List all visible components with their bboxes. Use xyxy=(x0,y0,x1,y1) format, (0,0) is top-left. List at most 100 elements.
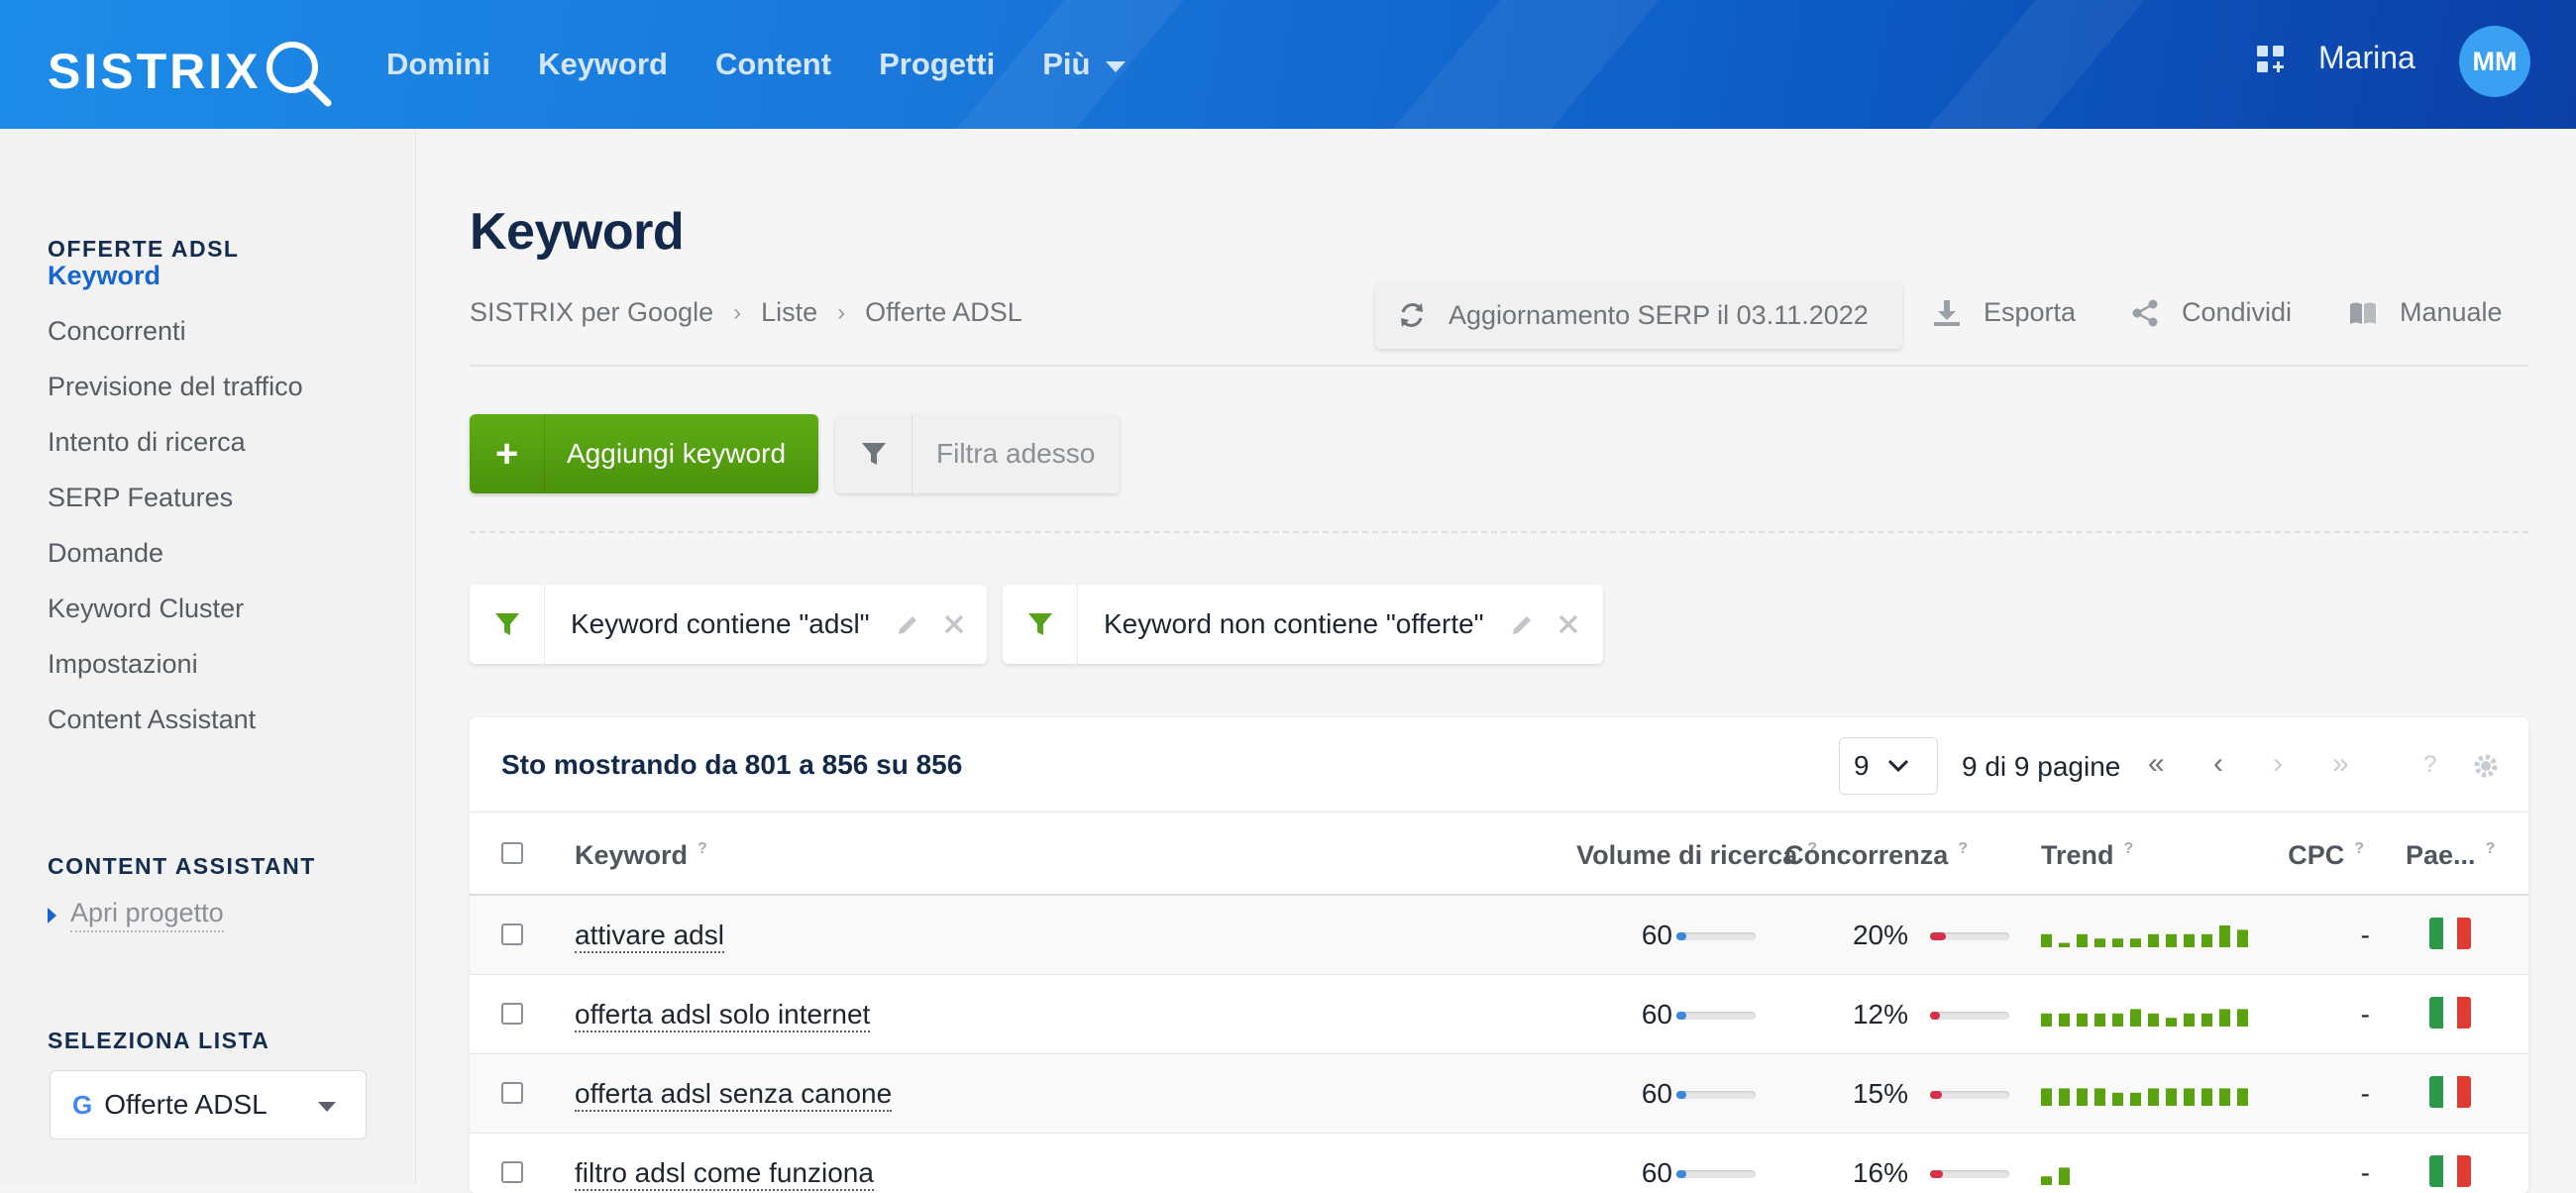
trend-bar xyxy=(2148,1013,2159,1027)
google-icon: G xyxy=(72,1089,93,1120)
sidebar-item-previsione-traffico[interactable]: Previsione del traffico xyxy=(48,359,303,414)
nav-more-dropdown[interactable]: Più xyxy=(1042,47,1127,82)
search-volume-bar xyxy=(1676,1012,1756,1020)
sidebar-item-serp-features[interactable]: SERP Features xyxy=(48,470,303,525)
keyword-link[interactable]: offerta adsl solo internet xyxy=(575,999,871,1032)
breadcrumb-item[interactable]: Offerte ADSL xyxy=(865,297,1022,328)
help-icon[interactable]: ? xyxy=(2354,840,2364,857)
apps-grid-icon[interactable] xyxy=(2255,44,2287,75)
gear-icon[interactable] xyxy=(2471,751,2501,781)
user-avatar[interactable]: MM xyxy=(2459,26,2530,97)
nav-content[interactable]: Content xyxy=(715,47,831,82)
column-trend[interactable]: Trend? xyxy=(2041,840,2133,871)
magnifier-logo-icon xyxy=(267,42,332,107)
manual-button[interactable]: Manuale xyxy=(2348,297,2503,328)
page-select-value: 9 xyxy=(1854,750,1870,781)
help-icon[interactable]: ? xyxy=(698,840,707,857)
page-select[interactable]: 9 xyxy=(1839,737,1938,795)
chevron-down-icon xyxy=(318,1102,336,1112)
trend-bar xyxy=(2041,1088,2052,1106)
sidebar-item-content-assistant[interactable]: Content Assistant xyxy=(48,692,303,747)
help-icon[interactable]: ? xyxy=(2124,840,2134,857)
breadcrumb-item[interactable]: SISTRIX per Google xyxy=(470,297,713,328)
help-icon[interactable]: ? xyxy=(2423,751,2436,779)
keyword-cell[interactable]: offerta adsl senza canone xyxy=(575,1078,893,1112)
sistrix-logo[interactable]: SISTRIX xyxy=(48,34,334,109)
close-icon[interactable] xyxy=(943,613,965,635)
serp-update-label: Aggiornamento SERP il 03.11.2022 xyxy=(1449,299,1869,330)
breadcrumb-separator-icon: › xyxy=(733,298,742,326)
cpc-value: - xyxy=(2360,999,2370,1030)
row-checkbox[interactable] xyxy=(501,1003,523,1025)
keyword-link[interactable]: attivare adsl xyxy=(575,920,724,953)
search-volume-value: 60 xyxy=(1641,999,1672,1030)
breadcrumb-item[interactable]: Liste xyxy=(761,297,817,328)
share-button[interactable]: Condividi xyxy=(2130,297,2292,328)
sidebar-item-keyword[interactable]: Keyword xyxy=(48,248,303,303)
edit-icon[interactable] xyxy=(1510,611,1536,637)
breadcrumb: SISTRIX per Google › Liste › Offerte ADS… xyxy=(470,297,1022,328)
header-divider xyxy=(470,365,2528,367)
trend-bar xyxy=(2148,933,2159,947)
close-icon[interactable] xyxy=(1557,613,1579,635)
list-select[interactable]: G Offerte ADSL xyxy=(50,1070,367,1139)
plus-icon: + xyxy=(470,414,545,493)
column-search-volume[interactable]: Volume di ricerca? xyxy=(1576,840,1817,871)
open-project-link[interactable]: Apri progetto xyxy=(48,898,224,932)
trend-bar xyxy=(2077,1088,2088,1106)
sidebar-item-intento-ricerca[interactable]: Intento di ricerca xyxy=(48,414,303,470)
competition-bar xyxy=(1930,1012,2009,1020)
edit-icon[interactable] xyxy=(896,611,921,637)
user-name[interactable]: Marina xyxy=(2318,40,2415,76)
sidebar-item-domande[interactable]: Domande xyxy=(48,525,303,581)
select-all-checkbox[interactable] xyxy=(501,842,523,864)
column-country[interactable]: Pae...? xyxy=(2406,840,2495,871)
logo-text: SISTRIX xyxy=(48,44,262,99)
sidebar: OFFERTE ADSL Keyword Concorrenti Previsi… xyxy=(0,129,416,1184)
sidebar-item-keyword-cluster[interactable]: Keyword Cluster xyxy=(48,581,303,636)
nav-keyword[interactable]: Keyword xyxy=(538,47,668,82)
keyword-cell[interactable]: attivare adsl xyxy=(575,920,724,953)
nav-domini[interactable]: Domini xyxy=(386,47,490,82)
trend-bar xyxy=(2201,1088,2212,1106)
competition-value: 15% xyxy=(1852,1078,1908,1109)
column-competition[interactable]: Concorrenza? xyxy=(1784,840,1968,871)
row-checkbox[interactable] xyxy=(501,923,523,945)
trend-bar xyxy=(2166,1088,2177,1106)
table-header: Keyword? Volume di ricerca? Concorrenza?… xyxy=(470,813,2528,896)
trend-bar xyxy=(2094,1013,2105,1027)
keyword-link[interactable]: filtro adsl come funziona xyxy=(575,1157,874,1191)
serp-update-button[interactable]: Aggiornamento SERP il 03.11.2022 xyxy=(1375,281,1902,349)
trend-bar xyxy=(2094,938,2105,947)
sidebar-item-concorrenti[interactable]: Concorrenti xyxy=(48,303,303,359)
row-checkbox[interactable] xyxy=(501,1161,523,1183)
table-row: attivare adsl 60 20% - xyxy=(470,896,2528,975)
help-icon[interactable]: ? xyxy=(1958,840,1968,857)
trend-bar xyxy=(2237,929,2248,947)
help-icon[interactable]: ? xyxy=(2486,840,2496,857)
previous-page-icon[interactable]: ‹ xyxy=(2213,747,2223,781)
manual-label: Manuale xyxy=(2400,297,2503,327)
first-page-icon[interactable]: « xyxy=(2148,747,2165,781)
keyword-link[interactable]: offerta adsl senza canone xyxy=(575,1078,893,1112)
filter-chip[interactable]: Keyword contiene "adsl" xyxy=(470,585,987,664)
column-cpc[interactable]: CPC? xyxy=(2288,840,2364,871)
add-keyword-button[interactable]: + Aggiungi keyword xyxy=(470,414,818,493)
keyword-cell[interactable]: offerta adsl solo internet xyxy=(575,999,871,1032)
last-page-icon[interactable]: » xyxy=(2332,747,2349,781)
export-button[interactable]: Esporta xyxy=(1932,297,2076,328)
top-navigation-bar: SISTRIX Domini Keyword Content Progetti … xyxy=(0,0,2576,129)
row-checkbox[interactable] xyxy=(501,1082,523,1104)
next-page-icon[interactable]: › xyxy=(2273,747,2283,781)
italy-flag-icon xyxy=(2429,1076,2471,1108)
nav-progetti[interactable]: Progetti xyxy=(879,47,995,82)
column-keyword[interactable]: Keyword? xyxy=(575,840,707,871)
filter-chip[interactable]: Keyword non contiene "offerte" xyxy=(1003,585,1603,664)
sidebar-item-impostazioni[interactable]: Impostazioni xyxy=(48,636,303,692)
filter-now-label: Filtra adesso xyxy=(936,438,1096,469)
trend-bar xyxy=(2041,933,2052,947)
filter-now-button[interactable]: Filtra adesso xyxy=(835,414,1120,493)
keyword-cell[interactable]: filtro adsl come funziona xyxy=(575,1157,874,1191)
trend-bar xyxy=(2219,1009,2230,1027)
italy-flag-icon xyxy=(2429,1155,2471,1187)
